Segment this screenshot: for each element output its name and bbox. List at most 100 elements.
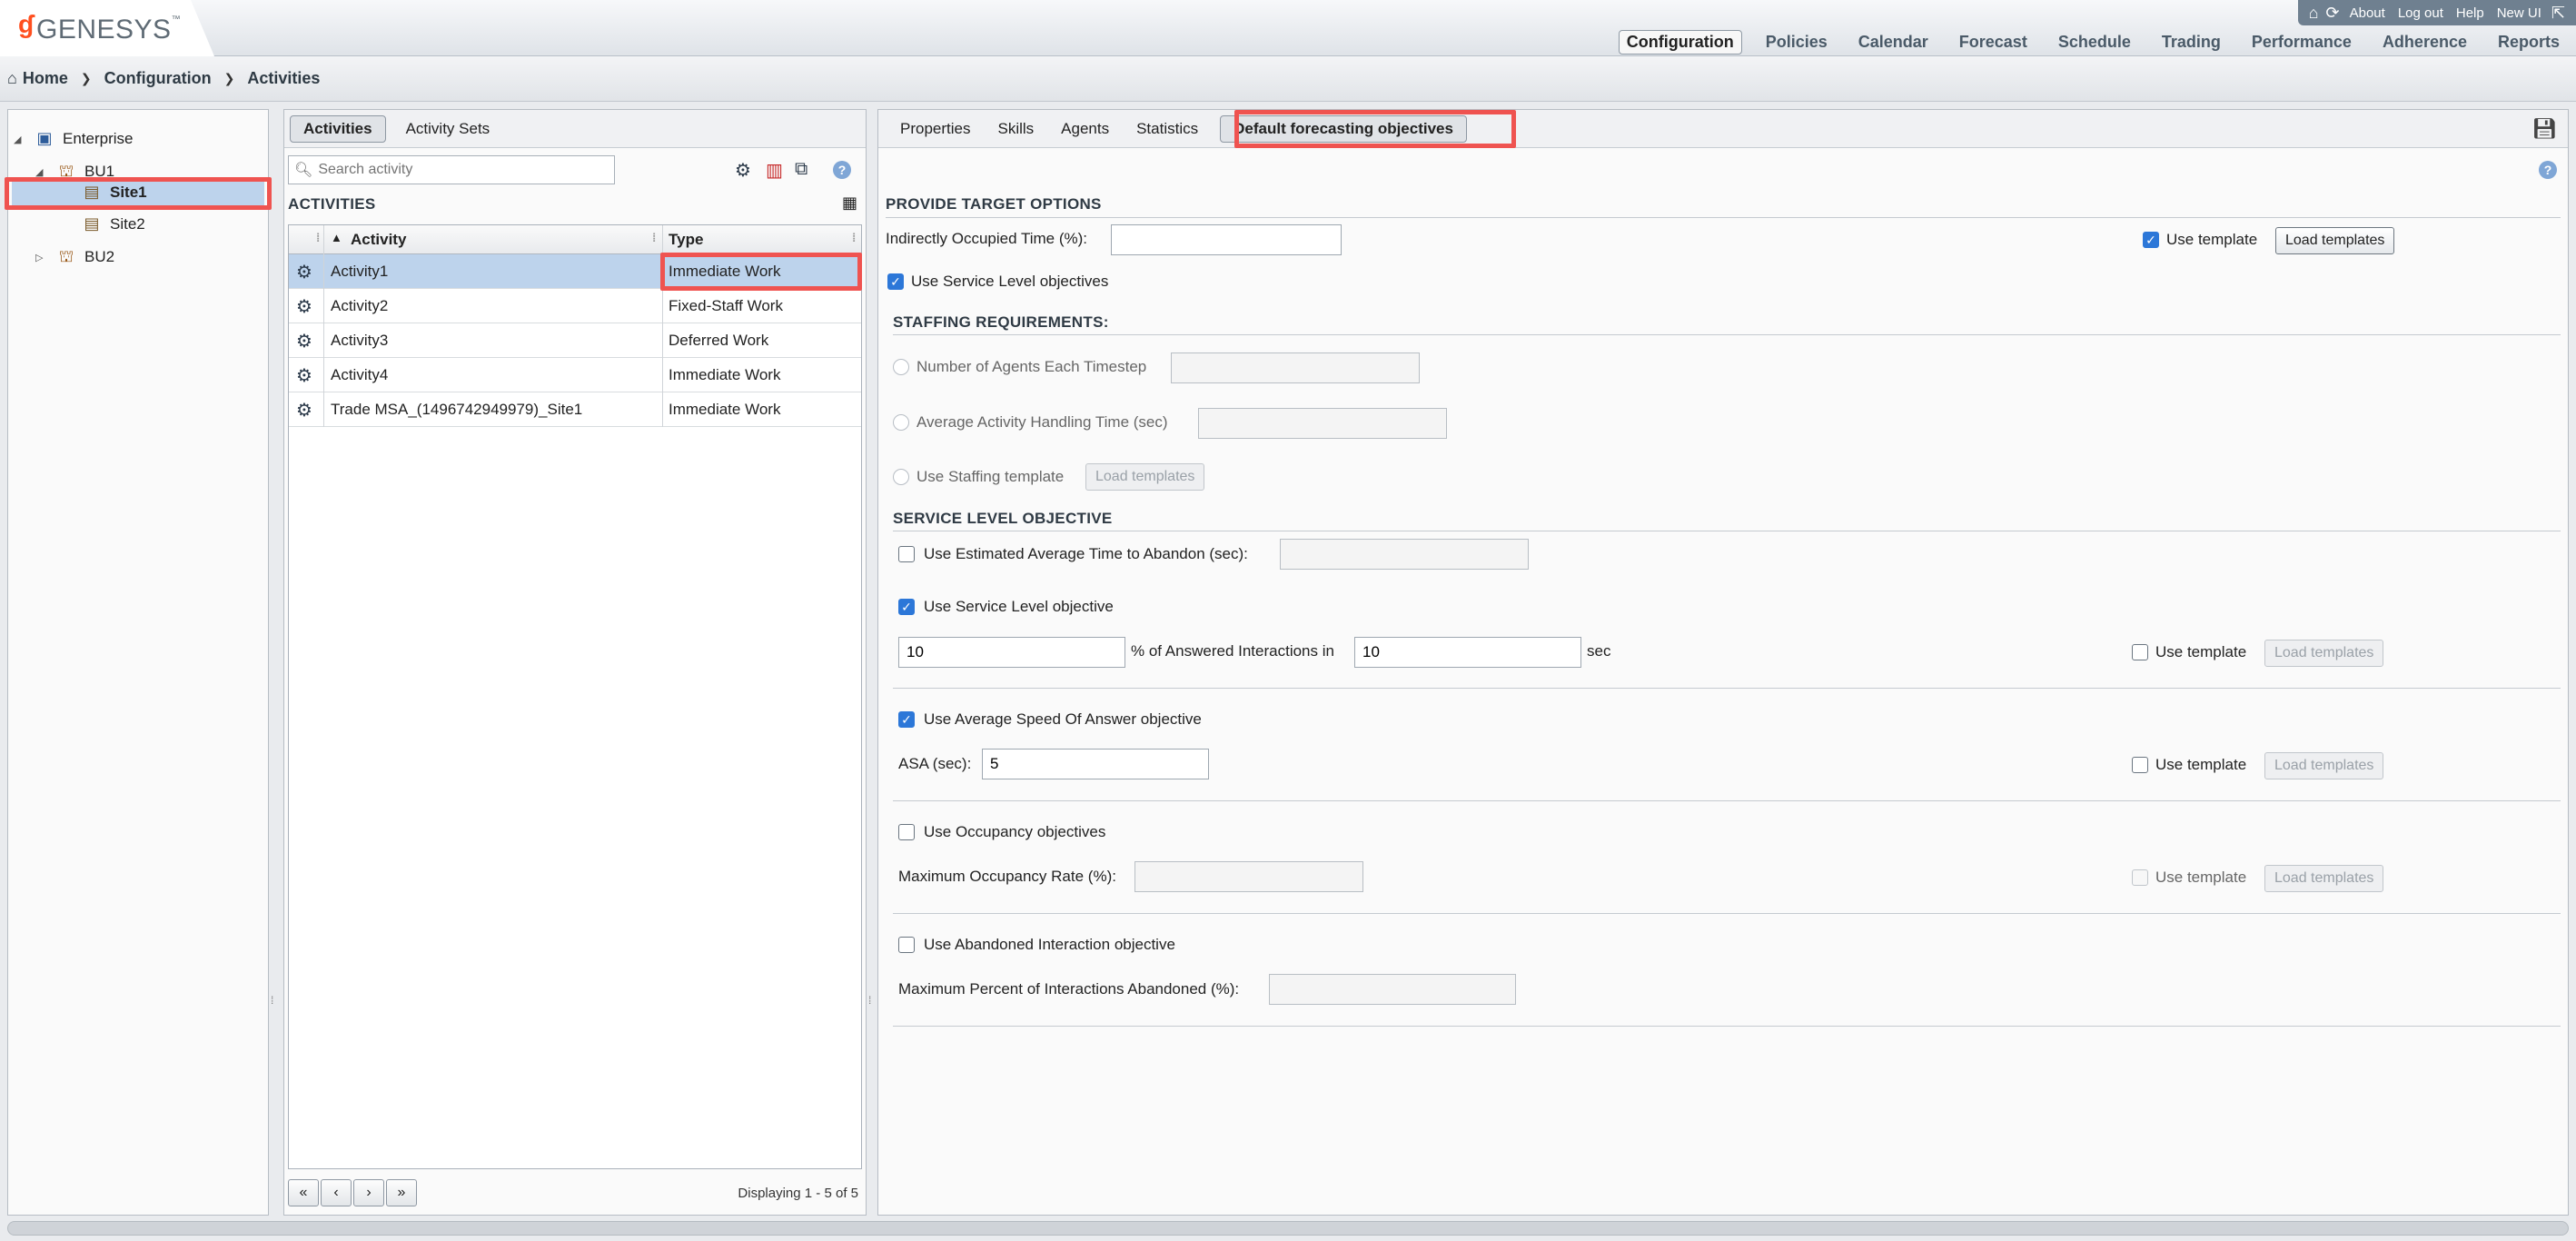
use-service-level-objectives-label: Use Service Level objectives [911, 273, 1109, 290]
tab-statistics[interactable]: Statistics [1124, 116, 1211, 142]
avg-handling-time-input[interactable] [1198, 408, 1447, 439]
nav-tab-calendar[interactable]: Calendar [1851, 31, 1936, 54]
home-icon[interactable]: ⌂ [7, 69, 17, 88]
answered-interactions-label: % of Answered Interactions in [1131, 642, 1334, 660]
sort-ascending-icon[interactable]: ▲ [331, 231, 342, 244]
service-level-seconds-input[interactable] [1354, 637, 1581, 668]
grid-menu-icon[interactable]: ▦ [842, 194, 857, 213]
properties-tabs: Properties Skills Agents Statistics Defa… [878, 110, 2568, 148]
help-icon[interactable]: ? [833, 161, 851, 179]
nav-tab-configuration[interactable]: Configuration [1618, 29, 1742, 55]
help-link[interactable]: Help [2456, 5, 2484, 21]
utility-bar: ⌂ ⟳ About Log out Help New UI ⇱ [2297, 0, 2576, 25]
table-row[interactable]: ⚙ Activity3 Deferred Work [289, 323, 861, 358]
copy-activity-icon[interactable]: ⧉ [795, 159, 807, 180]
tab-properties[interactable]: Properties [887, 116, 983, 142]
about-link[interactable]: About [2350, 5, 2385, 21]
refresh-icon[interactable]: ⟳ [2326, 4, 2340, 23]
use-staffing-template-radio[interactable] [893, 469, 909, 485]
tab-skills[interactable]: Skills [985, 116, 1046, 142]
max-abandoned-input[interactable] [1269, 974, 1516, 1005]
object-tree: ◢ ▣ Enterprise ◢ ⛫ BU1 ▤ Site1 ▤ Site2 ▷… [5, 109, 272, 1216]
help-icon[interactable]: ? [2539, 161, 2557, 179]
breadcrumb-home[interactable]: Home [23, 69, 68, 88]
asa-input[interactable] [982, 749, 1209, 779]
load-templates-button[interactable]: Load templates [2275, 227, 2395, 254]
activity-icon: ⚙ [296, 297, 312, 317]
tree-item-site2[interactable]: ▤ Site2 [81, 210, 144, 239]
occupancy-load-templates-button[interactable]: Load templates [2264, 865, 2384, 892]
nav-tab-adherence[interactable]: Adherence [2375, 31, 2474, 54]
genesys-logo: ɠ GENESYS™ [0, 0, 214, 56]
grid-pager: « ‹ › » Displaying 1 - 5 of 5 [288, 1176, 862, 1209]
main-navigation: Configuration Policies Calendar Forecast… [1602, 29, 2567, 55]
splitter-handle[interactable]: ⁞ [271, 994, 273, 1007]
number-of-agents-input[interactable] [1171, 352, 1420, 383]
use-asa-checkbox[interactable]: ✓ [898, 711, 915, 728]
search-icon: 🔍︎ [294, 163, 313, 178]
table-row[interactable]: ⚙ Activity4 Immediate Work [289, 358, 861, 392]
nav-tab-reports[interactable]: Reports [2491, 31, 2567, 54]
use-template-checkbox[interactable]: ✓ [2143, 232, 2159, 248]
estimated-abandon-input[interactable] [1280, 539, 1529, 570]
expand-toggle-icon[interactable]: ◢ [35, 166, 48, 178]
add-activity-icon[interactable]: ⚙ [735, 159, 751, 182]
sl-load-templates-button[interactable]: Load templates [2264, 640, 2384, 667]
use-service-level-objectives-checkbox[interactable]: ✓ [887, 273, 904, 290]
delete-activity-icon[interactable]: ▥ [766, 159, 783, 182]
first-page-button[interactable]: « [288, 1179, 319, 1206]
use-occupancy-checkbox[interactable] [898, 824, 915, 840]
expand-toggle-icon[interactable]: ◢ [14, 134, 26, 145]
tab-agents[interactable]: Agents [1048, 116, 1122, 142]
sl-use-template-checkbox[interactable] [2132, 644, 2148, 660]
new-ui-link[interactable]: New UI [2497, 5, 2541, 21]
use-occupancy-label: Use Occupancy objectives [924, 823, 1106, 840]
avg-handling-time-radio[interactable] [893, 414, 909, 431]
tree-item-bu2[interactable]: ▷ ⛫ BU2 [35, 243, 114, 272]
number-of-agents-radio[interactable] [893, 359, 909, 375]
nav-tab-performance[interactable]: Performance [2244, 31, 2359, 54]
nav-tab-forecast[interactable]: Forecast [1952, 31, 2035, 54]
tab-activities[interactable]: Activities [290, 114, 386, 143]
load-staffing-templates-button[interactable]: Load templates [1085, 463, 1205, 491]
breadcrumb-configuration[interactable]: Configuration [104, 69, 212, 88]
horizontal-scrollbar[interactable] [7, 1221, 2569, 1236]
table-row[interactable]: ⚙ Trade MSA_(1496742949979)_Site1 Immedi… [289, 392, 861, 427]
sl-use-template-label: Use template [2155, 643, 2247, 660]
seconds-label: sec [1587, 642, 1611, 660]
column-header-activity[interactable]: Activity [351, 231, 406, 249]
asa-load-templates-button[interactable]: Load templates [2264, 752, 2384, 779]
nav-tab-trading[interactable]: Trading [2155, 31, 2228, 54]
max-abandoned-label: Maximum Percent of Interactions Abandone… [898, 980, 1240, 998]
external-link-icon[interactable]: ⇱ [2551, 4, 2565, 23]
max-occupancy-input[interactable] [1134, 861, 1363, 892]
indirect-occupied-input[interactable] [1111, 224, 1342, 255]
site-icon: ▤ [84, 214, 100, 233]
occupancy-use-template-label: Use template [2155, 869, 2247, 886]
occupancy-use-template-checkbox[interactable] [2132, 869, 2148, 886]
nav-tab-schedule[interactable]: Schedule [2051, 31, 2138, 54]
home-icon[interactable]: ⌂ [2309, 4, 2319, 23]
service-level-percent-input[interactable] [898, 637, 1125, 668]
search-input[interactable] [318, 162, 609, 178]
max-occupancy-label: Maximum Occupancy Rate (%): [898, 868, 1116, 885]
tree-item-enterprise[interactable]: ◢ ▣ Enterprise [14, 124, 133, 154]
nav-tab-policies[interactable]: Policies [1759, 31, 1835, 54]
tab-activity-sets[interactable]: Activity Sets [393, 116, 503, 142]
prev-page-button[interactable]: ‹ [321, 1179, 352, 1206]
chevron-right-icon: ❯ [223, 71, 235, 85]
use-abandoned-checkbox[interactable] [898, 937, 915, 953]
use-service-level-objective-checkbox[interactable]: ✓ [898, 599, 915, 615]
expand-toggle-icon[interactable]: ▷ [35, 252, 48, 263]
asa-use-template-checkbox[interactable] [2132, 757, 2148, 773]
save-icon[interactable]: 💾︎ [2531, 117, 2557, 141]
search-activity-box[interactable]: 🔍︎ [288, 155, 615, 184]
splitter-handle[interactable]: ⁞ [868, 994, 871, 1007]
indirect-occupied-label: Indirectly Occupied Time (%): [886, 230, 1088, 247]
table-row[interactable]: ⚙ Activity2 Fixed-Staff Work [289, 289, 861, 323]
use-estimated-abandon-checkbox[interactable] [898, 546, 915, 562]
logout-link[interactable]: Log out [2398, 5, 2443, 21]
next-page-button[interactable]: › [353, 1179, 384, 1206]
column-header-type[interactable]: Type [669, 231, 703, 249]
last-page-button[interactable]: » [386, 1179, 417, 1206]
